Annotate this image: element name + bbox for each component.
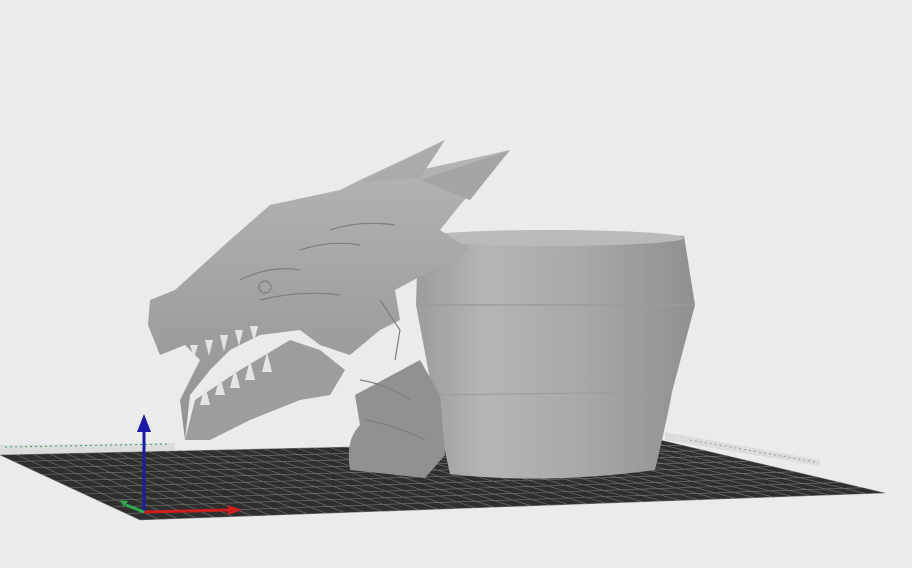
x-axis-line xyxy=(143,508,231,514)
z-axis-arrow-icon xyxy=(137,414,151,432)
scene-canvas[interactable] xyxy=(0,0,912,568)
cylindrical-pot[interactable] xyxy=(416,230,695,479)
3d-viewport[interactable] xyxy=(0,0,912,568)
